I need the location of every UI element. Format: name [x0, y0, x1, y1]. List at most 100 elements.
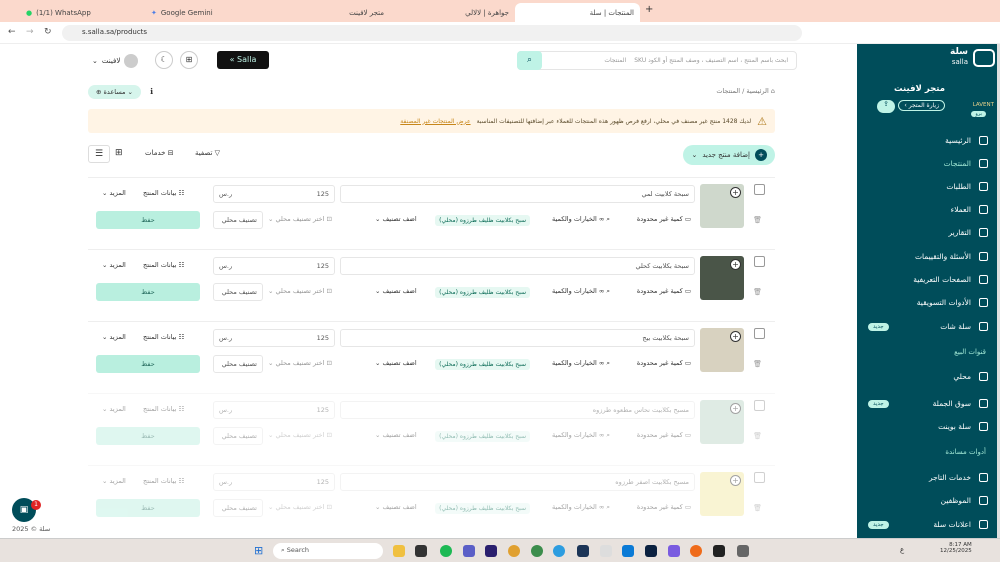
sidebar-item[interactable]: المنتجات — [868, 159, 988, 168]
sidebar-item[interactable]: سلة شات جديد — [868, 322, 988, 331]
figma-icon[interactable] — [713, 545, 725, 557]
search-scope-select[interactable]: المنتجات — [604, 57, 626, 64]
options-button[interactable]: ⌕ ∞ الخيارات والكمية — [552, 431, 610, 440]
add-category-select[interactable]: اضف تصنيف ⌄ — [375, 431, 417, 439]
product-image[interactable]: + — [700, 328, 744, 372]
category-tag[interactable]: سبح بكلابيت ظليف طرزوه (محلي) — [435, 503, 530, 514]
filter-button[interactable]: ▽ تصفية — [195, 149, 220, 157]
sidebar-item[interactable]: سوق الجملة جديد — [868, 399, 988, 408]
quantity-button[interactable]: ▭ كمية غير محدودة — [637, 215, 691, 223]
add-category-select[interactable]: اضف تصنيف ⌄ — [375, 503, 417, 511]
forward-icon[interactable]: → — [26, 27, 34, 37]
tab-products[interactable]: المنتجات | سلة — [515, 3, 640, 22]
alert-link[interactable]: عرض المنتجات غير المصنفة — [400, 118, 470, 125]
app-icon[interactable] — [415, 545, 427, 557]
product-data-button[interactable]: ☷ بيانات المنتج — [143, 405, 184, 413]
product-data-button[interactable]: ☷ بيانات المنتج — [143, 333, 184, 341]
delete-icon[interactable]: 🗑 — [753, 432, 762, 440]
save-button[interactable]: حفظ — [96, 355, 200, 373]
tab-gemini[interactable]: ✦ Google Gemini — [145, 3, 270, 22]
grid-view-icon[interactable]: ⊞ — [115, 148, 123, 158]
image-add-icon[interactable]: + — [730, 259, 741, 270]
save-button[interactable]: حفظ — [96, 211, 200, 229]
list-view-icon[interactable]: ☰ — [88, 145, 110, 163]
product-name-input[interactable]: مسبح بكلابيت نحاس مطعوه طرزوه — [340, 401, 695, 419]
product-name-input[interactable]: سبحة كلابيت لمي — [340, 185, 695, 203]
product-name-input[interactable]: مسبح بكلابيت اصفر طرزوه — [340, 473, 695, 491]
local-category-field[interactable]: تصنيف محلي — [213, 427, 263, 445]
reload-icon[interactable]: ↻ — [44, 27, 52, 37]
price-input[interactable]: 125 ر.س — [213, 257, 335, 275]
product-data-button[interactable]: ☷ بيانات المنتج — [143, 261, 184, 269]
app3-icon[interactable] — [668, 545, 680, 557]
price-input[interactable]: 125 ر.س — [213, 401, 335, 419]
gift-icon[interactable]: ⊞ — [180, 51, 198, 69]
more-button[interactable]: المزيد ⌄ — [102, 477, 126, 485]
local-category-field[interactable]: تصنيف محلي — [213, 499, 263, 517]
search-input[interactable]: ابحث باسم المنتج ، اسم التصنيف ، وصف الم… — [517, 51, 797, 70]
app2-icon[interactable] — [577, 545, 589, 557]
quantity-button[interactable]: ▭ كمية غير محدودة — [637, 503, 691, 511]
file-explorer-icon[interactable] — [393, 545, 405, 557]
product-checkbox[interactable] — [754, 256, 765, 267]
more-button[interactable]: المزيد ⌄ — [102, 405, 126, 413]
start-icon[interactable]: ⊞ — [254, 544, 263, 557]
options-button[interactable]: ⌕ ∞ الخيارات والكمية — [552, 215, 610, 224]
tab-jawahra[interactable]: جواهرة | لالالي — [395, 3, 515, 22]
breadcrumb-home[interactable]: الرئيسية — [746, 87, 768, 95]
choose-local-category[interactable]: ⊡ اختر تصنيف محلي ⌄ — [268, 503, 332, 511]
more-button[interactable]: المزيد ⌄ — [102, 189, 126, 197]
product-checkbox[interactable] — [754, 472, 765, 483]
spotify-icon[interactable] — [440, 545, 452, 557]
product-name-input[interactable]: سبحة بكلابيت كحلي — [340, 257, 695, 275]
local-category-field[interactable]: تصنيف محلي — [213, 355, 263, 373]
sidebar-item[interactable]: التقارير — [868, 228, 988, 237]
app4-icon[interactable] — [737, 545, 749, 557]
product-image[interactable]: + — [700, 472, 744, 516]
delete-icon[interactable]: 🗑 — [753, 216, 762, 224]
firefox-icon[interactable] — [690, 545, 702, 557]
share-icon[interactable]: ⇪ — [877, 100, 895, 113]
save-button[interactable]: حفظ — [96, 427, 200, 445]
add-category-select[interactable]: اضف تصنيف ⌄ — [375, 359, 417, 367]
category-tag[interactable]: سبح بكلابيت ظليف طرزوه (محلي) — [435, 287, 530, 298]
sidebar-item[interactable]: الأسئلة والتقييمات — [868, 252, 988, 261]
price-input[interactable]: 125 ر.س — [213, 329, 335, 347]
choose-local-category[interactable]: ⊡ اختر تصنيف محلي ⌄ — [268, 215, 332, 223]
teams-icon[interactable] — [463, 545, 475, 557]
delete-icon[interactable]: 🗑 — [753, 288, 762, 296]
new-tab-button[interactable]: + — [645, 4, 653, 15]
sidebar-item[interactable]: العملاء — [868, 205, 988, 214]
sidebar-item[interactable]: محلي — [868, 372, 988, 381]
product-checkbox[interactable] — [754, 328, 765, 339]
sidebar-item[interactable]: الرئيسية — [868, 136, 988, 145]
image-add-icon[interactable]: + — [730, 331, 741, 342]
category-tag[interactable]: سبح بكلابيت ظليف طرزوه (محلي) — [435, 215, 530, 226]
salla-logo-button[interactable]: « Salla — [217, 51, 269, 69]
delete-icon[interactable]: 🗑 — [753, 360, 762, 368]
user-menu[interactable]: لافينت ⌄ — [92, 54, 139, 68]
sidebar-item[interactable]: اعلانات سلة جديد — [868, 520, 988, 529]
back-icon[interactable]: ← — [8, 27, 16, 37]
product-checkbox[interactable] — [754, 400, 765, 411]
services-button[interactable]: ⊟ خدمات — [145, 149, 174, 157]
product-image[interactable]: + — [700, 256, 744, 300]
product-checkbox[interactable] — [754, 184, 765, 195]
product-name-input[interactable]: سبحة بكلابيت بيج — [340, 329, 695, 347]
add-category-select[interactable]: اضف تصنيف ⌄ — [375, 287, 417, 295]
delete-icon[interactable]: 🗑 — [753, 504, 762, 512]
image-add-icon[interactable]: + — [730, 403, 741, 414]
chrome-active-icon[interactable] — [531, 545, 543, 557]
quantity-button[interactable]: ▭ كمية غير محدودة — [637, 287, 691, 295]
url-input[interactable]: s.salla.sa/products — [62, 25, 802, 41]
product-data-button[interactable]: ☷ بيانات المنتج — [143, 189, 184, 197]
search-icon[interactable]: ⌕ — [517, 51, 542, 70]
product-data-button[interactable]: ☷ بيانات المنتج — [143, 477, 184, 485]
premiere-icon[interactable] — [485, 545, 497, 557]
sidebar-item[interactable]: سلة بوينت — [868, 422, 988, 431]
dark-mode-icon[interactable]: ☾ — [155, 51, 173, 69]
visit-store-button[interactable]: زيارة المتجر › — [898, 100, 945, 111]
help-button[interactable]: ⌄ مساعدة ⊕ — [88, 85, 141, 99]
price-input[interactable]: 125 ر.س — [213, 473, 335, 491]
language-indicator[interactable]: ع — [900, 546, 904, 554]
